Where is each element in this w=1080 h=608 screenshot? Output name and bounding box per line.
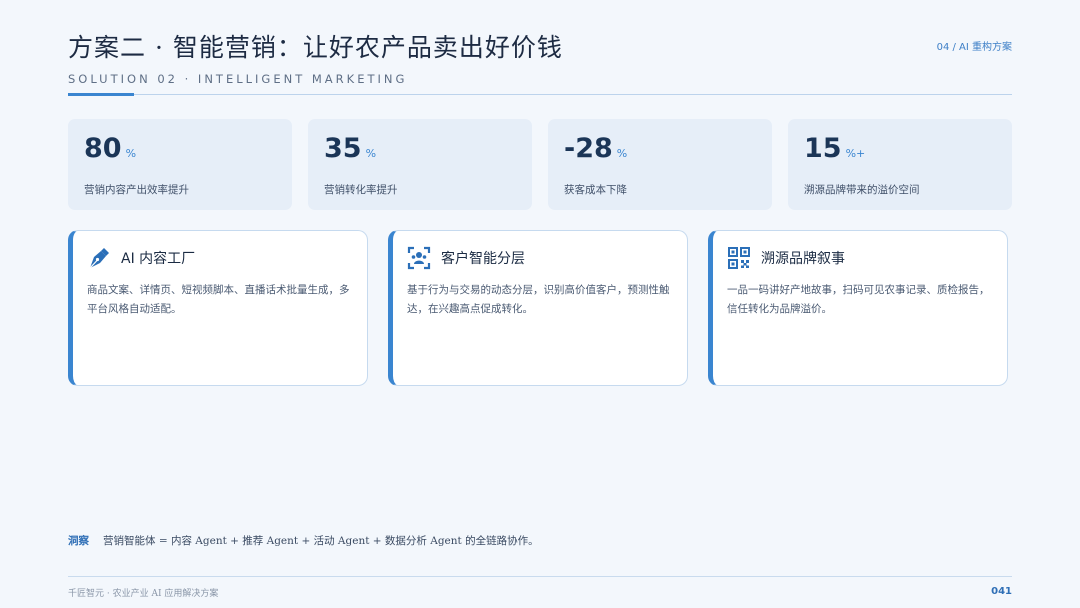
stat-unit: % (125, 147, 137, 160)
stat-value: 15 %+ (804, 133, 866, 164)
qr-code-icon (726, 245, 752, 271)
stat-card: 80% 营销内容产出效率提升 (68, 119, 292, 210)
stat-unit: %+ (845, 147, 866, 160)
card-title: AI 内容工厂 (121, 251, 196, 267)
stat-label: 溯源品牌带来的溢价空间 (804, 184, 920, 196)
stat-label: 营销转化率提升 (324, 184, 398, 196)
stat-label: 营销内容产出效率提升 (84, 184, 189, 196)
feature-card-ai-content: AI 内容工厂 商品文案、详情页、短视频脚本、直播话术批量生成，多平台风格自动适… (68, 230, 368, 386)
insight-label: 洞察 (68, 535, 89, 547)
card-body: 一品一码讲好产地故事，扫码可见农事记录、质检报告，信任转化为品牌溢价。 (727, 284, 990, 315)
stat-value: 35% (324, 133, 377, 164)
header-divider (68, 94, 1012, 95)
stats-row: 80% 营销内容产出效率提升 35% 营销转化率提升 -28% 获客成本下降 1… (68, 119, 1012, 210)
card-title: 客户智能分层 (441, 251, 525, 267)
insight-note: 洞察 营销智能体 = 内容 Agent + 推荐 Agent + 活动 Agent… (68, 533, 539, 548)
pen-nib-icon (86, 245, 112, 271)
feature-card-customer-segmentation: 客户智能分层 基于行为与交易的动态分层，识别高价值客户，预测性触达，在兴趣高点促… (388, 230, 688, 386)
feature-card-traceability-brand: 溯源品牌叙事 一品一码讲好产地故事，扫码可见农事记录、质检报告，信任转化为品牌溢… (708, 230, 1008, 386)
page-subtitle: SOLUTION 02 · INTELLIGENT MARKETING (68, 72, 408, 86)
page-title: 方案二 · 智能营销：让好农产品卖出好价钱 (68, 33, 563, 62)
header-divider-accent (68, 93, 134, 96)
stat-unit: % (365, 147, 377, 160)
stat-card: 15 %+ 溯源品牌带来的溢价空间 (788, 119, 1012, 210)
card-body: 基于行为与交易的动态分层，识别高价值客户，预测性触达，在兴趣高点促成转化。 (407, 284, 670, 315)
footer-caption: 千匠智元 · 农业产业 AI 应用解决方案 (68, 589, 219, 599)
page-number: 041 (991, 586, 1012, 597)
insight-text: 营销智能体 = 内容 Agent + 推荐 Agent + 活动 Agent +… (103, 535, 539, 547)
stat-unit: % (616, 147, 628, 160)
stat-label: 获客成本下降 (564, 184, 627, 196)
feature-cards: AI 内容工厂 商品文案、详情页、短视频脚本、直播话术批量生成，多平台风格自动适… (68, 230, 1012, 388)
card-body: 商品文案、详情页、短视频脚本、直播话术批量生成，多平台风格自动适配。 (87, 284, 350, 315)
card-title: 溯源品牌叙事 (761, 251, 845, 267)
user-focus-icon (406, 245, 432, 271)
stat-card: -28% 获客成本下降 (548, 119, 772, 210)
section-tag: 04 / AI 重构方案 (936, 42, 1012, 53)
footer-divider (68, 576, 1012, 577)
stat-value: -28% (564, 133, 628, 164)
stat-card: 35% 营销转化率提升 (308, 119, 532, 210)
stat-value: 80% (84, 133, 137, 164)
